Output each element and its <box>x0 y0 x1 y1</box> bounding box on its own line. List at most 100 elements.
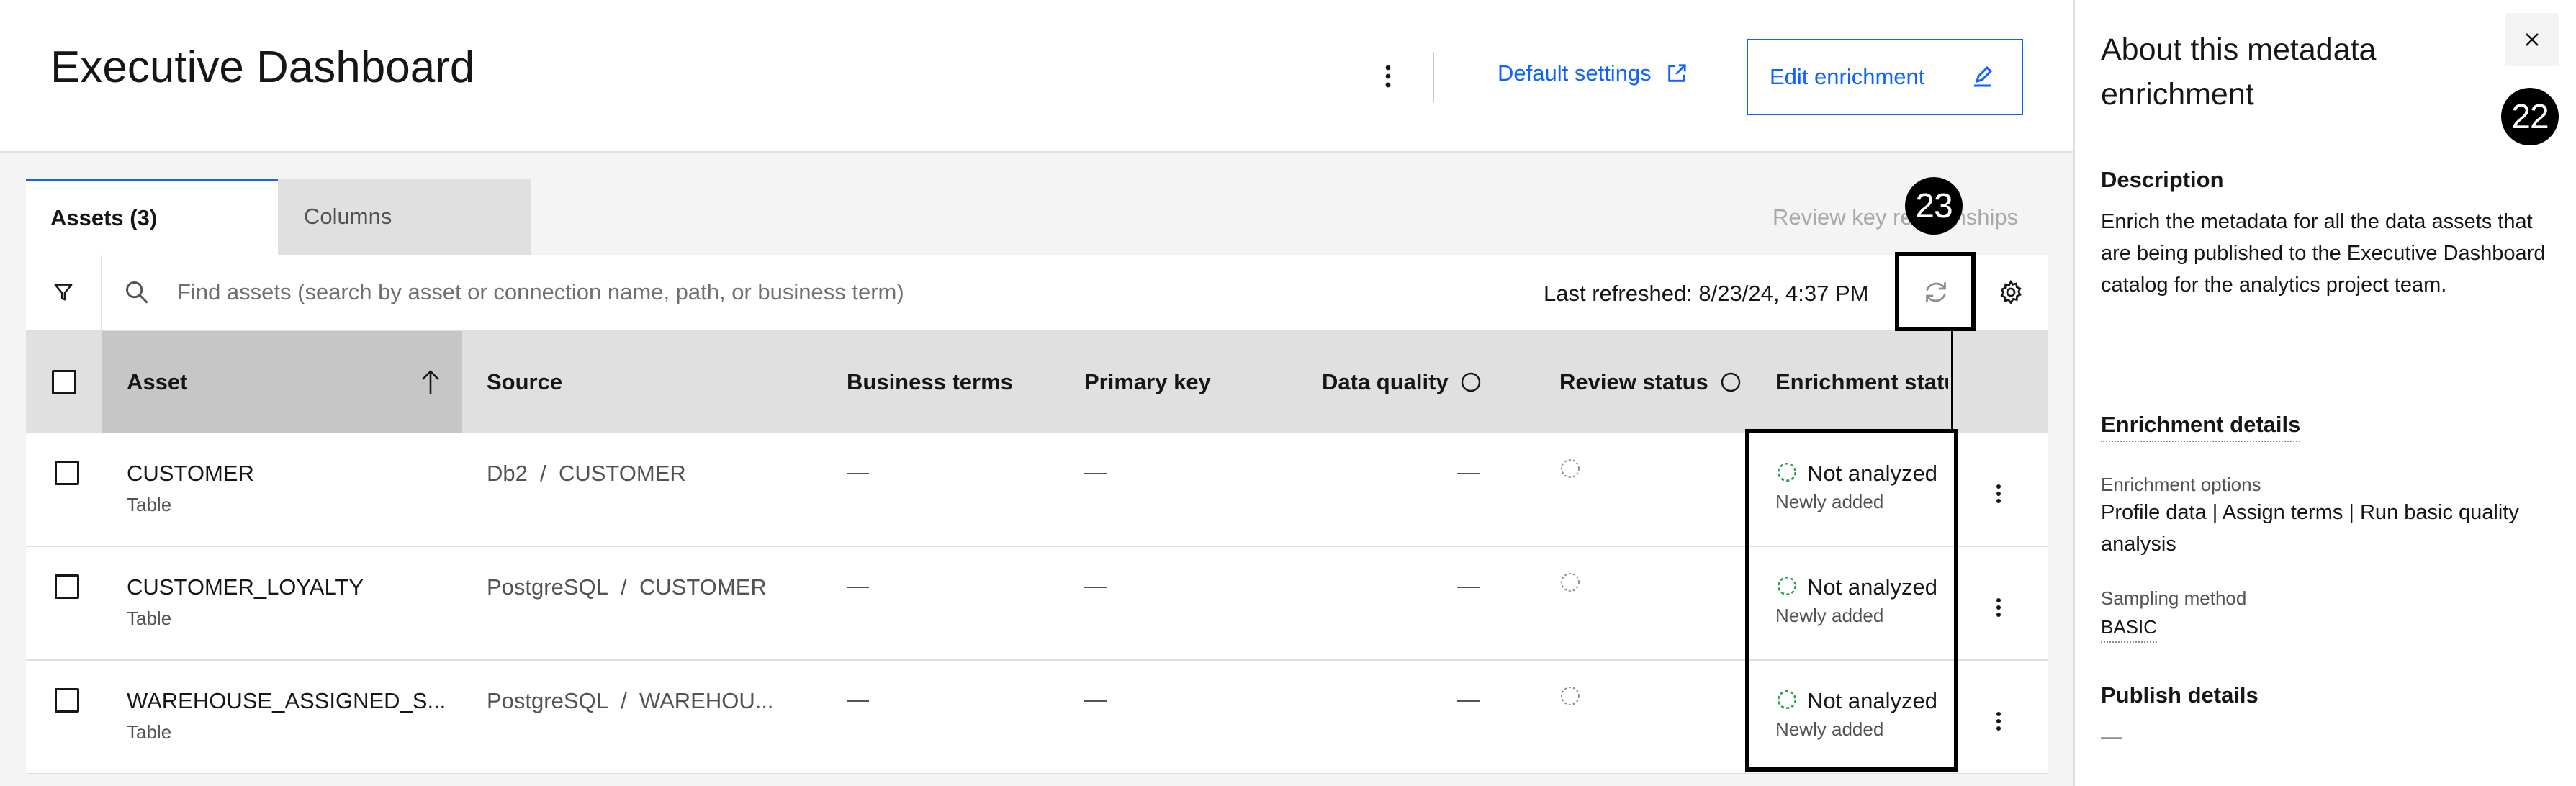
source-path: WAREHOU... <box>639 688 774 713</box>
select-all-checkbox[interactable] <box>52 370 76 394</box>
table-row[interactable]: CUSTOMER_LOYALTY Table PostgreSQL / CUST… <box>26 547 2048 661</box>
info-icon[interactable] <box>1460 371 1482 393</box>
enrichment-status-detail: Newly added <box>1775 605 1884 626</box>
column-header-enrichment-status-label: Enrichment status <box>1775 369 1948 394</box>
data-quality-value: — <box>1457 687 1480 712</box>
description-heading: Description <box>2101 167 2224 192</box>
publish-details-value: — <box>2101 726 2122 749</box>
row-overflow-button[interactable] <box>1984 474 2013 514</box>
default-settings-label: Default settings <box>1498 60 1652 86</box>
info-icon[interactable] <box>1720 371 1742 393</box>
not-analyzed-icon <box>1777 462 1797 482</box>
source-path: CUSTOMER <box>639 574 767 600</box>
column-header-asset-label: Asset <box>127 369 188 394</box>
row-checkbox[interactable] <box>55 574 79 599</box>
edit-icon <box>1974 66 1993 87</box>
primary-key-value: — <box>1084 459 1107 484</box>
last-refreshed-text: Last refreshed: 8/23/24, 4:37 PM <box>1544 281 1869 306</box>
asset-name[interactable]: CUSTOMER <box>127 461 254 487</box>
asset-type: Table <box>127 607 172 629</box>
header-divider <box>1433 52 1434 102</box>
asset-source: Db2 / CUSTOMER <box>487 461 686 487</box>
business-terms-value: — <box>847 573 869 598</box>
column-header-asset[interactable]: Asset <box>102 331 462 433</box>
sampling-method-label: Sampling method <box>2101 587 2247 609</box>
overflow-menu-icon <box>1996 484 2001 503</box>
main-area: Executive Dashboard Default settings Edi… <box>0 0 2073 786</box>
panel-title: About this metadata enrichment <box>2101 32 2377 112</box>
filter-icon <box>54 284 73 301</box>
column-header-data-quality-label: Data quality <box>1322 369 1449 394</box>
source-separator: / <box>621 688 627 713</box>
review-key-relationships-link[interactable]: Review key relationships <box>1773 204 2018 230</box>
publish-details-heading: Publish details <box>2101 682 2258 708</box>
page-title: Executive Dashboard <box>50 42 475 92</box>
sampling-method-value: BASIC <box>2101 616 2158 643</box>
tab-assets[interactable]: Assets (3) <box>26 179 278 255</box>
launch-icon <box>1667 64 1686 82</box>
enrichment-status: Not analyzed <box>1807 574 1937 600</box>
search-icon <box>126 281 148 304</box>
row-checkbox[interactable] <box>55 688 79 713</box>
asset-source: PostgreSQL / WAREHOU... <box>487 688 774 714</box>
refresh-button[interactable] <box>1898 255 1974 330</box>
filter-button[interactable] <box>26 255 102 330</box>
edit-enrichment-label: Edit enrichment <box>1770 64 1925 89</box>
row-checkbox[interactable] <box>55 461 79 485</box>
business-terms-value: — <box>847 459 869 484</box>
column-header-business-terms[interactable]: Business terms <box>847 331 1077 433</box>
tab-assets-label: Assets (3) <box>50 205 158 230</box>
review-status-icon <box>1561 573 1580 592</box>
overflow-menu-icon <box>1996 598 2001 617</box>
asset-name[interactable]: WAREHOUSE_ASSIGNED_S... <box>127 688 446 714</box>
column-header-primary-key-label: Primary key <box>1084 369 1211 394</box>
row-overflow-button[interactable] <box>1984 701 2013 741</box>
select-all-cell <box>26 331 102 433</box>
column-header-review-status[interactable]: Review status <box>1559 331 1754 433</box>
column-header-source[interactable]: Source <box>487 331 811 433</box>
asset-type: Table <box>127 721 172 743</box>
close-icon <box>2526 33 2539 46</box>
asset-name[interactable]: CUSTOMER_LOYALTY <box>127 574 364 600</box>
column-header-business-terms-label: Business terms <box>847 369 1013 394</box>
enrichment-options-label: Enrichment options <box>2101 474 2261 495</box>
overflow-menu-icon <box>1996 712 2001 731</box>
edit-enrichment-button[interactable]: Edit enrichment <box>1747 39 2023 115</box>
enrichment-options-value: Profile data | Assign terms | Run basic … <box>2101 501 2519 556</box>
source-connection: PostgreSQL <box>487 574 608 600</box>
tab-columns[interactable]: Columns <box>278 179 531 255</box>
default-settings-link[interactable]: Default settings <box>1498 60 1688 86</box>
table-row[interactable]: WAREHOUSE_ASSIGNED_S... Table PostgreSQL… <box>26 661 2048 774</box>
column-header-data-quality[interactable]: Data quality <box>1322 331 1538 433</box>
data-quality-value: — <box>1457 459 1480 484</box>
annotation-badge-refresh: 23 <box>1905 177 1963 235</box>
table-settings-button[interactable] <box>1974 255 2048 330</box>
enrichment-status: Not analyzed <box>1807 461 1937 486</box>
enrichment-details-heading: Enrichment details <box>2101 412 2301 442</box>
settings-icon <box>2000 279 2022 304</box>
search-input[interactable] <box>177 272 1473 312</box>
column-header-enrichment-status[interactable]: Enrichment status <box>1775 331 1948 433</box>
tab-columns-label: Columns <box>304 204 392 229</box>
close-panel-button[interactable] <box>2505 13 2559 66</box>
source-connection: Db2 <box>487 461 528 486</box>
review-status-icon <box>1561 459 1580 478</box>
primary-key-value: — <box>1084 687 1107 712</box>
source-path: CUSTOMER <box>558 461 686 486</box>
header-overflow-button[interactable] <box>1368 56 1408 96</box>
column-header-primary-key[interactable]: Primary key <box>1084 331 1315 433</box>
row-overflow-button[interactable] <box>1984 587 2013 628</box>
column-header-review-status-label: Review status <box>1559 369 1708 394</box>
review-status-icon <box>1561 687 1580 705</box>
primary-key-value: — <box>1084 573 1107 598</box>
table-row[interactable]: CUSTOMER Table Db2 / CUSTOMER — — — Not … <box>26 433 2048 547</box>
annotation-badge-panel: 22 <box>2501 88 2559 145</box>
table-toolbar: Last refreshed: 8/23/24, 4:37 PM <box>26 255 2048 331</box>
details-panel: About this metadata enrichment 22 Descri… <box>2073 0 2576 786</box>
source-connection: PostgreSQL <box>487 688 608 713</box>
enrichment-status: Not analyzed <box>1807 688 1937 713</box>
asset-type: Table <box>127 494 172 515</box>
not-analyzed-icon <box>1777 690 1797 710</box>
not-analyzed-icon <box>1777 576 1797 596</box>
business-terms-value: — <box>847 687 869 712</box>
